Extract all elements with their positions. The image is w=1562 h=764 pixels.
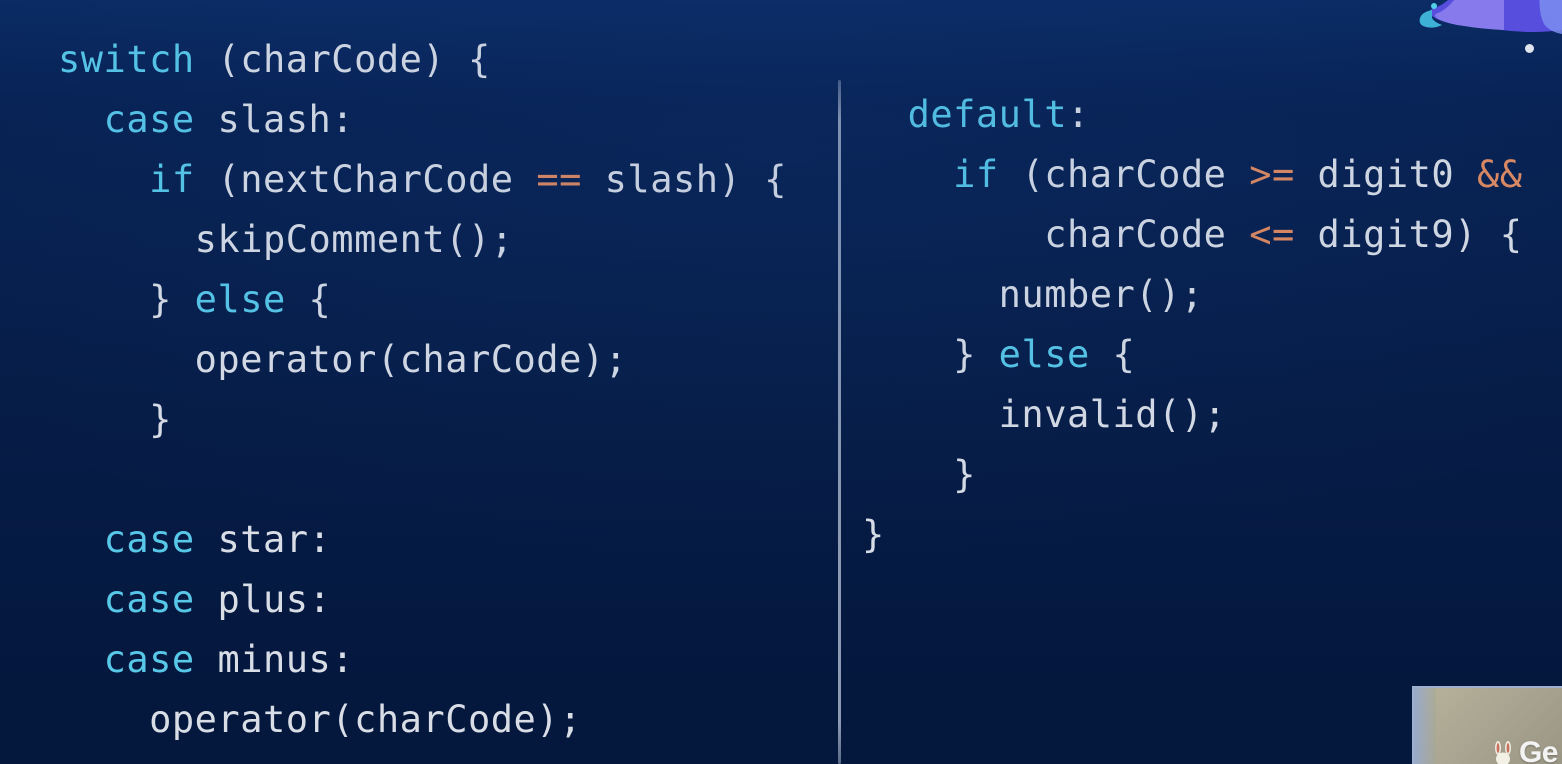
code-token-txt: invalid(); [998, 393, 1227, 436]
code-line: } [862, 505, 1562, 565]
code-token-op: && [1477, 153, 1523, 196]
code-line: invalid(); [862, 385, 1562, 445]
code-token-txt: { [1089, 333, 1136, 376]
code-token-txt: operator(charCode); [149, 698, 582, 741]
code-token-kw: if [149, 158, 195, 201]
code-token-txt: skipComment(); [194, 218, 514, 261]
code-token-op: <= [1249, 213, 1295, 256]
presenter-graphic-icon [1419, 0, 1562, 34]
code-token-txt: star: [194, 518, 332, 561]
code-line: skipComment(); [58, 210, 818, 270]
code-token-txt: } [953, 453, 976, 496]
code-token-kw: case [103, 578, 195, 621]
webcam-edge [1414, 688, 1436, 764]
code-line: case minus: [58, 630, 818, 690]
code-line: number(); [862, 265, 1562, 325]
code-token-txt: } [953, 333, 999, 376]
code-line: operator(charCode); [58, 330, 818, 390]
code-token-txt: { [285, 278, 332, 321]
code-token-txt: plus: [194, 578, 332, 621]
code-token-kw: else [998, 333, 1090, 376]
code-line: } else { [862, 325, 1562, 385]
presenter-webcam[interactable]: Ge [1412, 686, 1562, 764]
webcam-brand: Ge [1491, 736, 1559, 764]
code-line: } [862, 445, 1562, 505]
code-token-kw: if [953, 153, 999, 196]
code-line: switch (charCode) { [58, 30, 818, 90]
code-token-kw: case [103, 98, 195, 141]
code-token-kw: case [103, 638, 195, 681]
code-token-txt: } [149, 398, 172, 441]
code-token-txt: slash) { [581, 158, 787, 201]
code-token-txt: digit0 [1294, 153, 1477, 196]
code-line: case plus: [58, 570, 818, 630]
code-column-left: switch (charCode) { case slash: if (next… [58, 30, 818, 750]
code-token-txt: minus: [194, 638, 355, 681]
slide-canvas: switch (charCode) { case slash: if (next… [0, 0, 1562, 764]
code-token-txt: (charCode [998, 153, 1250, 196]
webcam-brand-text: Ge [1518, 736, 1559, 764]
code-token-kw: else [194, 278, 286, 321]
code-token-txt: charCode [1044, 213, 1250, 256]
code-token-kw: case [103, 518, 195, 561]
code-token-txt: slash: [194, 98, 355, 141]
code-token-txt: operator(charCode); [194, 338, 628, 381]
status-dot [1525, 44, 1534, 53]
code-line: default: [862, 85, 1562, 145]
code-token-txt: (charCode) { [194, 38, 491, 81]
code-token-txt: } [862, 513, 885, 556]
code-line: } [58, 390, 818, 450]
code-token-txt: digit9) { [1294, 213, 1523, 256]
code-line: if (charCode >= digit0 && [862, 145, 1562, 205]
code-token-txt: } [149, 278, 195, 321]
code-line: charCode <= digit9) { [862, 205, 1562, 265]
code-column-right: default: if (charCode >= digit0 && charC… [862, 85, 1562, 565]
code-line: operator(charCode); [58, 690, 818, 750]
code-token-op: >= [1249, 153, 1295, 196]
code-token-kw: switch [58, 38, 195, 81]
code-token-txt: : [1067, 93, 1090, 136]
rabbit-logo-icon [1494, 741, 1511, 764]
column-divider [838, 80, 841, 764]
code-line: if (nextCharCode == slash) { [58, 150, 818, 210]
code-line: case star: [58, 510, 818, 570]
code-token-kw: default [907, 93, 1067, 136]
code-line: case slash: [58, 90, 818, 150]
code-token-op: == [536, 158, 582, 201]
code-line: } else { [58, 270, 818, 330]
code-token-txt: (nextCharCode [194, 158, 537, 201]
code-token-txt: number(); [998, 273, 1204, 316]
